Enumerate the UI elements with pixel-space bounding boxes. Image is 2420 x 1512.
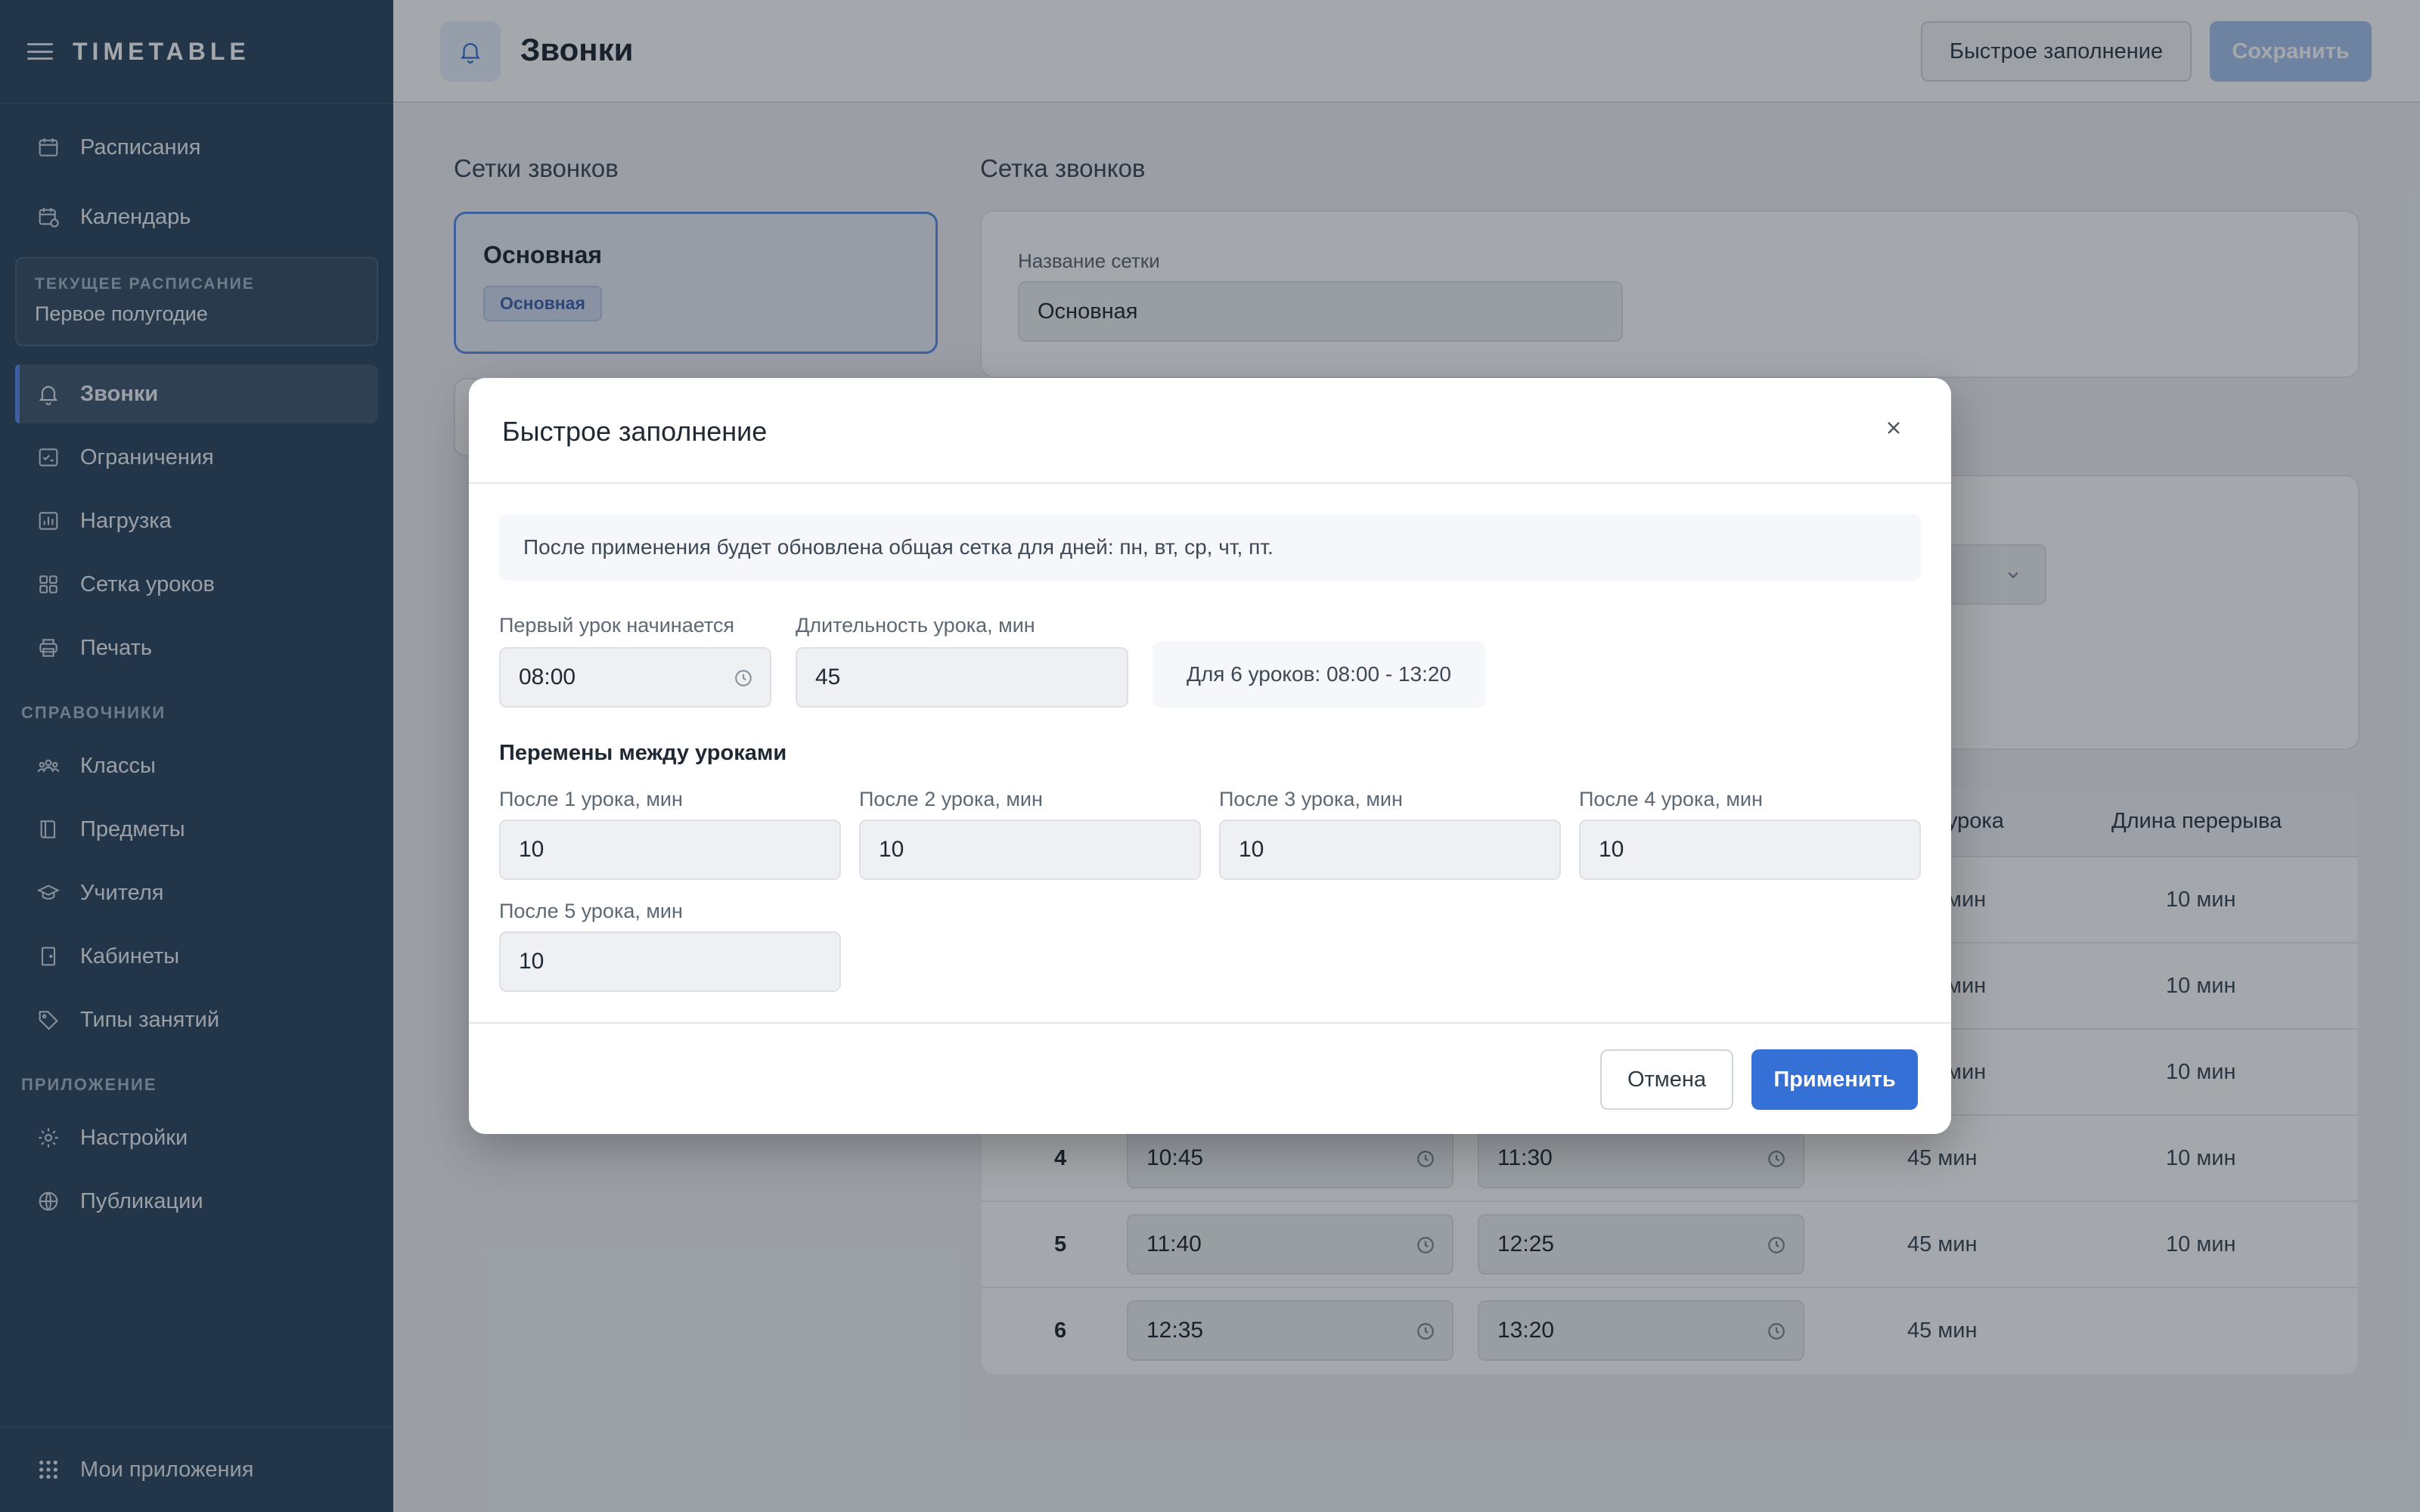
break-1-label: После 1 урока, мин	[499, 788, 683, 810]
info-notice: После применения будет обновлена общая с…	[499, 514, 1921, 581]
close-icon[interactable]	[1877, 411, 1910, 445]
cancel-button[interactable]: Отмена	[1600, 1049, 1733, 1110]
break-3-label: После 3 урока, мин	[1219, 788, 1403, 810]
break-5-input[interactable]: 10	[499, 931, 841, 992]
first-lesson-time-input[interactable]: 08:00	[499, 647, 771, 708]
apply-button[interactable]: Применить	[1751, 1049, 1918, 1110]
clock-icon	[735, 670, 752, 686]
break-3-input[interactable]: 10	[1219, 820, 1561, 880]
duration-input[interactable]: 45	[796, 647, 1128, 708]
break-4-input[interactable]: 10	[1579, 820, 1921, 880]
dialog-title: Быстрое заполнение	[502, 416, 768, 447]
break-5-label: После 5 урока, мин	[499, 900, 683, 922]
break-2-input[interactable]: 10	[859, 820, 1201, 880]
duration-label: Длительность урока, мин	[796, 614, 1035, 637]
first-lesson-time-value: 08:00	[519, 665, 576, 689]
dialog-header: Быстрое заполнение	[469, 378, 1951, 484]
breaks-heading: Перемены между уроками	[499, 741, 787, 765]
schedule-summary: Для 6 уроков: 08:00 - 13:20	[1153, 641, 1485, 708]
break-4-label: После 4 урока, мин	[1579, 788, 1763, 810]
break-1-input[interactable]: 10	[499, 820, 841, 880]
quick-fill-dialog: Быстрое заполнение После применения буде…	[469, 378, 1951, 1134]
break-2-label: После 2 урока, мин	[859, 788, 1043, 810]
first-lesson-label: Первый урок начинается	[499, 614, 735, 637]
